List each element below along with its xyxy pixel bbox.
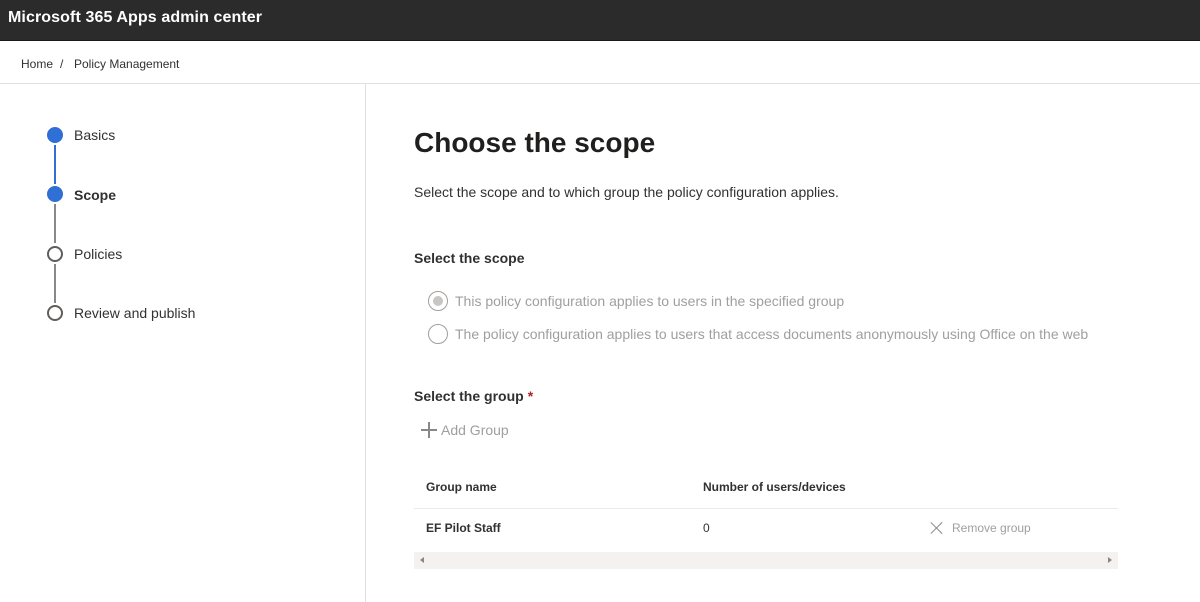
step-connector (54, 264, 56, 303)
cell-group-name: EF Pilot Staff (426, 521, 501, 535)
remove-group-button[interactable]: Remove group (930, 521, 1031, 535)
scope-option-label: This policy configuration applies to use… (455, 293, 845, 309)
group-section-label: Select the group * (414, 388, 533, 404)
chevron-right-icon[interactable] (1108, 557, 1112, 563)
add-group-button[interactable]: Add Group (420, 419, 509, 441)
remove-group-label: Remove group (952, 521, 1031, 535)
page-title: Choose the scope (414, 127, 656, 158)
column-header-user-count[interactable]: Number of users/devices (703, 480, 846, 494)
main-content: Choose the scope Select the scope and to… (366, 84, 1200, 602)
horizontal-scrollbar[interactable] (414, 552, 1118, 569)
required-marker: * (527, 388, 534, 404)
step-review-pending-icon (47, 305, 63, 321)
app-title: Microsoft 365 Apps admin center (8, 9, 263, 26)
scope-option-anonymous[interactable]: The policy configuration applies to user… (428, 323, 1088, 345)
group-label-text: Select the group (414, 388, 524, 404)
plus-icon (420, 421, 438, 439)
wizard-steps: Basics Scope Policies Review and publish (0, 84, 366, 602)
scope-section-label: Select the scope (414, 250, 525, 266)
chevron-left-icon[interactable] (420, 557, 424, 563)
scope-option-label: The policy configuration applies to user… (455, 326, 1089, 342)
breadcrumb-home-link[interactable]: Home (21, 57, 53, 71)
table-header-divider (414, 508, 1118, 509)
step-policies-pending-icon (47, 246, 63, 262)
page-description: Select the scope and to which group the … (414, 184, 839, 200)
step-scope-current-icon (47, 186, 63, 202)
step-connector (54, 204, 56, 243)
step-basics[interactable]: Basics (74, 127, 115, 143)
add-group-label: Add Group (441, 422, 509, 438)
step-scope[interactable]: Scope (74, 187, 116, 203)
breadcrumb-separator: / (60, 57, 64, 71)
step-basics-completed-icon (47, 127, 63, 143)
scope-option-specified-group[interactable]: This policy configuration applies to use… (428, 290, 844, 312)
breadcrumb-current: Policy Management (74, 57, 180, 71)
step-policies[interactable]: Policies (74, 246, 122, 262)
top-bar: Microsoft 365 Apps admin center (0, 0, 1200, 41)
radio-checked-icon[interactable] (428, 291, 448, 311)
radio-unchecked-icon[interactable] (428, 324, 448, 344)
close-icon (930, 521, 944, 535)
column-header-group-name[interactable]: Group name (426, 480, 497, 494)
step-review-and-publish[interactable]: Review and publish (74, 305, 195, 321)
cell-user-count: 0 (703, 521, 710, 535)
step-connector-done (54, 145, 56, 184)
breadcrumb: Home / Policy Management (0, 41, 1200, 84)
